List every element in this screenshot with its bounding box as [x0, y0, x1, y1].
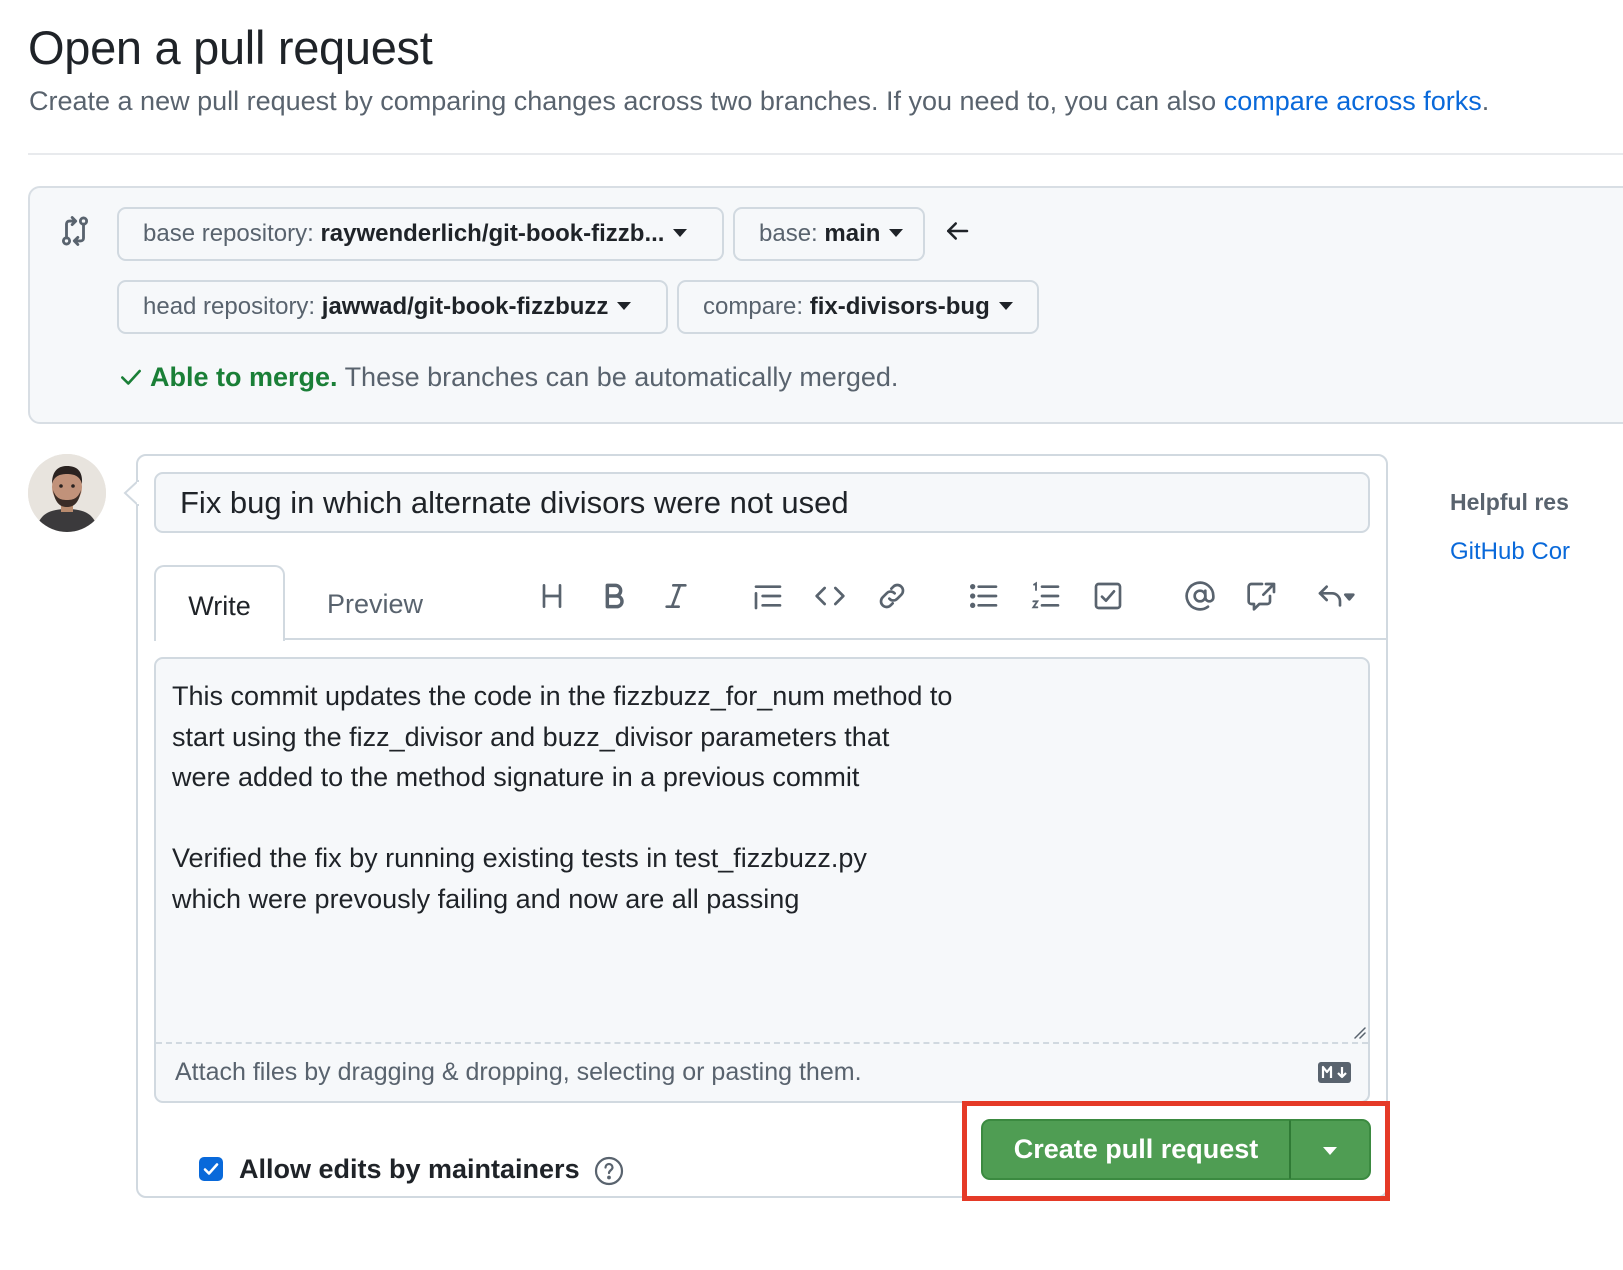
tab-preview[interactable]: Preview — [300, 565, 450, 641]
resize-handle-icon[interactable] — [1350, 1023, 1366, 1039]
check-icon — [121, 369, 141, 385]
create-pull-request-button[interactable]: Create pull request — [981, 1119, 1290, 1180]
git-compare-icon — [61, 216, 89, 246]
mention-icon[interactable] — [1180, 576, 1220, 616]
chevron-down-icon — [617, 301, 632, 310]
cross-reference-icon[interactable] — [1242, 576, 1282, 616]
base-repository-value: raywenderlich/git-book-fizzb... — [320, 220, 665, 247]
arrow-left-icon — [947, 222, 969, 240]
base-branch-value: main — [824, 220, 881, 247]
allow-edits-label[interactable]: Allow edits by maintainers — [239, 1154, 580, 1185]
base-repository-label: base repository: — [143, 220, 314, 247]
bold-icon[interactable] — [594, 576, 634, 616]
italic-icon[interactable] — [656, 576, 696, 616]
link-icon[interactable] — [872, 576, 912, 616]
ordered-list-icon[interactable] — [1026, 576, 1066, 616]
page-subtitle: Create a new pull request by comparing c… — [29, 86, 1489, 117]
sidebar-link[interactable]: GitHub Cor — [1450, 538, 1570, 566]
allow-edits-checkbox[interactable] — [199, 1157, 223, 1181]
merge-status: Able to merge. These branches can be aut… — [118, 362, 898, 393]
subtitle-text: Create a new pull request by comparing c… — [29, 86, 1217, 116]
unordered-list-icon[interactable] — [964, 576, 1004, 616]
attach-files-text[interactable]: Attach files by dragging & dropping, sel… — [175, 1058, 862, 1087]
create-options-dropdown[interactable] — [1290, 1119, 1371, 1180]
avatar[interactable] — [28, 454, 106, 532]
question-icon[interactable] — [593, 1155, 625, 1187]
header-divider — [28, 153, 1623, 155]
base-branch-label: base: — [759, 220, 818, 247]
pr-body-text[interactable]: This commit updates the code in the fizz… — [172, 676, 952, 919]
heading-icon[interactable] — [532, 576, 572, 616]
chevron-down-icon — [889, 228, 904, 237]
base-repository-select[interactable]: base repository: raywenderlich/git-book-… — [117, 207, 724, 261]
page-title: Open a pull request — [28, 21, 433, 74]
head-repository-label: head repository: — [143, 293, 316, 320]
chevron-down-icon — [998, 301, 1013, 310]
attach-divider — [156, 1042, 1368, 1044]
compare-across-forks-link[interactable]: compare across forks — [1224, 86, 1482, 116]
head-repository-select[interactable]: head repository: jawwad/git-book-fizzbuz… — [117, 280, 668, 334]
tab-write[interactable]: Write — [154, 565, 285, 641]
compare-branch-select[interactable]: compare: fix-divisors-bug — [677, 280, 1039, 334]
checkmark-icon — [203, 1163, 219, 1175]
quote-icon[interactable] — [748, 576, 788, 616]
chevron-down-icon — [1323, 1146, 1337, 1155]
merge-ok-text: Able to merge. — [150, 362, 338, 392]
merge-detail-text: These branches can be automatically merg… — [344, 362, 899, 392]
subtitle-end: . — [1481, 86, 1490, 116]
pr-title-input[interactable]: Fix bug in which alternate divisors were… — [154, 472, 1370, 533]
sidebar-heading: Helpful res — [1450, 489, 1569, 515]
speech-pointer — [123, 480, 139, 506]
compare-branch-label: compare: — [703, 293, 804, 320]
base-branch-select[interactable]: base: main — [733, 207, 925, 261]
head-repository-value: jawwad/git-book-fizzbuzz — [321, 293, 609, 320]
avatar-image — [28, 454, 106, 532]
reply-icon[interactable] — [1308, 576, 1364, 616]
markdown-icon[interactable] — [1318, 1062, 1351, 1083]
compare-branch-value: fix-divisors-bug — [809, 293, 990, 320]
code-icon[interactable] — [810, 576, 850, 616]
tasklist-icon[interactable] — [1088, 576, 1128, 616]
chevron-down-icon — [673, 228, 688, 237]
